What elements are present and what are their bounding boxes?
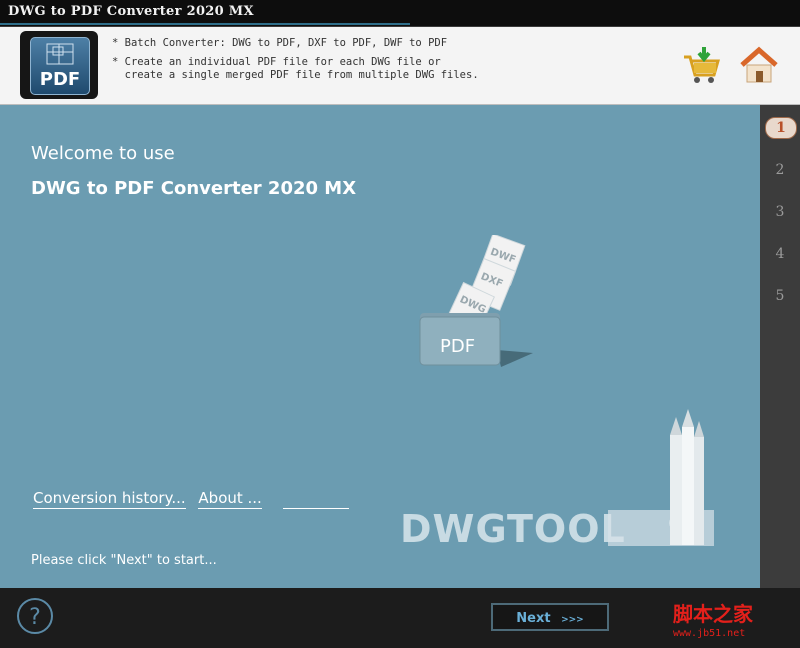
conversion-history-link[interactable]: Conversion history... — [33, 489, 186, 509]
folder-pdf-label: PDF — [440, 336, 475, 357]
next-arrows: >>> — [561, 615, 584, 625]
blank-link-underline — [283, 508, 349, 509]
brand-watermark: DWGTOOL — [400, 507, 626, 551]
pencils-ruler-illustration — [608, 409, 714, 546]
feature-list: * Batch Converter: DWG to PDF, DXF to PD… — [112, 37, 479, 88]
step-1: 1 — [765, 117, 797, 139]
help-icon[interactable]: ? — [17, 598, 53, 634]
blueprint-icon — [46, 43, 74, 65]
welcome-panel: Welcome to use DWG to PDF Converter 2020… — [0, 105, 760, 588]
header-banner: PDF * Batch Converter: DWG to PDF, DXF t… — [0, 27, 800, 105]
feature-line-1: * Batch Converter: DWG to PDF, DXF to PD… — [112, 37, 448, 49]
step-2: 2 — [775, 162, 785, 178]
title-underline — [0, 23, 410, 25]
site-watermark: 脚本之家 — [673, 602, 753, 626]
start-hint: Please click "Next" to start... — [31, 553, 217, 568]
window-title: DWG to PDF Converter 2020 MX — [8, 4, 254, 19]
home-icon[interactable] — [738, 45, 780, 87]
site-watermark-url: www.jb51.net — [673, 628, 746, 639]
step-indicator: 1 2 3 4 5 — [760, 105, 800, 588]
pdf-folder-illustration: DWF DXF DWG PDF — [419, 235, 533, 367]
feature-line-2: * Create an individual PDF file for each… — [112, 56, 441, 68]
next-button[interactable]: Next >>> — [491, 603, 609, 631]
step-3: 3 — [775, 204, 785, 220]
logo-pdf-label: PDF — [39, 69, 81, 90]
logo-badge: PDF — [30, 37, 90, 95]
panel-links: Conversion history... About ... — [33, 489, 270, 509]
step-5: 5 — [775, 288, 785, 304]
footer-bar: ? Next >>> 脚本之家 www.jb51.net — [0, 588, 800, 648]
step-4: 4 — [775, 246, 785, 262]
shopping-cart-icon[interactable] — [680, 45, 722, 87]
about-link[interactable]: About ... — [198, 489, 262, 509]
product-name: DWG to PDF Converter 2020 MX — [31, 178, 357, 199]
welcome-text: Welcome to use — [31, 143, 175, 164]
feature-line-3: create a single merged PDF file from mul… — [112, 69, 479, 81]
title-bar: DWG to PDF Converter 2020 MX — [0, 0, 800, 27]
app-logo: PDF — [20, 31, 98, 99]
next-label: Next — [516, 611, 551, 626]
